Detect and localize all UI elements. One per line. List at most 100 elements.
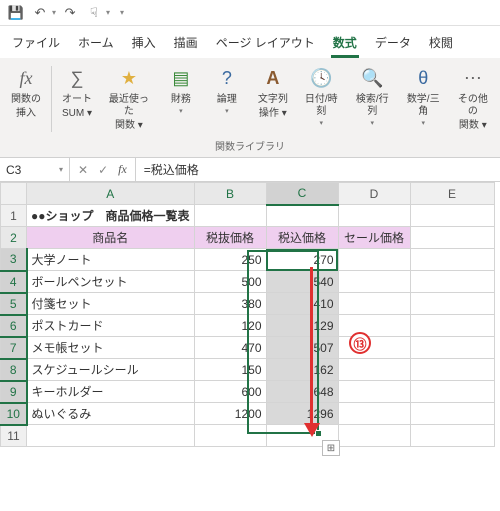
cell[interactable]: 162 <box>266 359 338 381</box>
row-header[interactable]: 9 <box>1 381 27 403</box>
tab-draw[interactable]: 描画 <box>172 30 200 58</box>
save-button[interactable]: 💾 <box>6 3 26 23</box>
cell[interactable]: 1200 <box>194 403 266 425</box>
fx-button[interactable]: fx <box>118 162 127 177</box>
cell[interactable] <box>338 293 410 315</box>
cell[interactable]: 税抜価格 <box>194 227 266 249</box>
cancel-formula-button[interactable]: ✕ <box>78 163 88 177</box>
cell[interactable]: 1296 <box>266 403 338 425</box>
row-header[interactable]: 5 <box>1 293 27 315</box>
col-header[interactable]: C <box>266 183 338 205</box>
cell[interactable]: 470 <box>194 337 266 359</box>
row-header[interactable]: 8 <box>1 359 27 381</box>
financial-button[interactable]: ▤ 財務 ▾ <box>159 64 203 118</box>
qat-customize[interactable]: ▾ <box>120 8 124 17</box>
cell[interactable]: 120 <box>194 315 266 337</box>
cell[interactable] <box>410 271 494 293</box>
more-functions-button[interactable]: ⋯ その他の 関数 ▾ <box>450 64 496 134</box>
cell[interactable]: スケジュールシール <box>27 359 195 381</box>
cell[interactable]: 410 <box>266 293 338 315</box>
row-header[interactable]: 7 <box>1 337 27 359</box>
tab-file[interactable]: ファイル <box>10 30 62 58</box>
cell[interactable] <box>266 205 338 227</box>
cell[interactable]: セール価格 <box>338 227 410 249</box>
col-header[interactable]: D <box>338 183 410 205</box>
touch-mode-button[interactable]: ☟ <box>84 3 104 23</box>
cell[interactable] <box>410 381 494 403</box>
cell[interactable] <box>410 249 494 271</box>
autosum-button[interactable]: ∑ オート SUM ▾ <box>55 64 99 122</box>
lookup-button[interactable]: 🔍 検索/行列 ▾ <box>348 64 397 130</box>
undo-button[interactable]: ↶ <box>30 3 50 23</box>
row-header[interactable]: 6 <box>1 315 27 337</box>
cell[interactable] <box>338 359 410 381</box>
cell[interactable]: ●●ショップ 商品価格一覧表 <box>27 205 195 227</box>
col-header[interactable]: E <box>410 183 494 205</box>
cell[interactable]: 648 <box>266 381 338 403</box>
cell[interactable]: 270 <box>266 249 338 271</box>
cell[interactable] <box>410 315 494 337</box>
cell[interactable]: キーホルダー <box>27 381 195 403</box>
cell[interactable]: 付箋セット <box>27 293 195 315</box>
col-header[interactable]: B <box>194 183 266 205</box>
cell[interactable]: 500 <box>194 271 266 293</box>
cell[interactable] <box>338 403 410 425</box>
cell[interactable] <box>410 425 494 447</box>
row-header[interactable]: 4 <box>1 271 27 293</box>
touch-dropdown[interactable]: ▾ <box>106 8 110 17</box>
cell[interactable] <box>194 205 266 227</box>
tab-formulas[interactable]: 数式 <box>331 30 359 58</box>
cell[interactable] <box>338 205 410 227</box>
cell[interactable] <box>338 425 410 447</box>
datetime-button[interactable]: 🕓 日付/時刻 ▾ <box>297 64 346 130</box>
col-header[interactable]: A <box>27 183 195 205</box>
formula-input[interactable]: =税込価格 <box>136 161 500 178</box>
cell[interactable] <box>194 425 266 447</box>
cell[interactable]: 380 <box>194 293 266 315</box>
name-box[interactable]: C3 ▾ <box>0 158 70 181</box>
cell[interactable]: 600 <box>194 381 266 403</box>
cell[interactable] <box>338 249 410 271</box>
undo-dropdown[interactable]: ▾ <box>52 8 56 17</box>
recent-functions-button[interactable]: ★ 最近使った 関数 ▾ <box>101 64 157 134</box>
cell[interactable] <box>338 315 410 337</box>
text-functions-button[interactable]: A 文字列 操作 ▾ <box>251 64 295 122</box>
math-trig-button[interactable]: θ 数学/三角 ▾ <box>399 64 448 130</box>
cell[interactable]: ポストカード <box>27 315 195 337</box>
cell[interactable] <box>410 403 494 425</box>
row-header[interactable]: 1 <box>1 205 27 227</box>
cell[interactable] <box>410 293 494 315</box>
worksheet-grid[interactable]: A B C D E 1 ●●ショップ 商品価格一覧表 2 商品名 税抜価格 税込… <box>0 182 500 447</box>
cell[interactable]: 540 <box>266 271 338 293</box>
cell[interactable]: ぬいぐるみ <box>27 403 195 425</box>
cell[interactable] <box>338 381 410 403</box>
tab-page-layout[interactable]: ページ レイアウト <box>214 30 317 58</box>
cell[interactable] <box>27 425 195 447</box>
row-header[interactable]: 10 <box>1 403 27 425</box>
cell[interactable] <box>410 359 494 381</box>
tab-insert[interactable]: 挿入 <box>130 30 158 58</box>
tab-home[interactable]: ホーム <box>76 30 116 58</box>
tab-review[interactable]: 校閲 <box>427 30 455 58</box>
cell[interactable]: 150 <box>194 359 266 381</box>
insert-function-button[interactable]: fx 関数の 挿入 <box>4 64 48 122</box>
cell[interactable]: 大学ノート <box>27 249 195 271</box>
cell[interactable] <box>410 227 494 249</box>
redo-button[interactable]: ↷ <box>60 3 80 23</box>
row-header[interactable]: 3 <box>1 249 27 271</box>
fill-handle[interactable] <box>315 430 322 437</box>
cell[interactable]: 税込価格 <box>266 227 338 249</box>
cell[interactable]: 507 <box>266 337 338 359</box>
cell[interactable]: ボールペンセット <box>27 271 195 293</box>
logical-button[interactable]: ? 論理 ▾ <box>205 64 249 118</box>
cell[interactable]: メモ帳セット <box>27 337 195 359</box>
select-all-corner[interactable] <box>1 183 27 205</box>
cell[interactable] <box>410 337 494 359</box>
row-header[interactable]: 11 <box>1 425 27 447</box>
autofill-options-button[interactable]: ⊞ <box>322 440 340 456</box>
cell[interactable] <box>338 271 410 293</box>
cell[interactable]: 129 <box>266 315 338 337</box>
tab-data[interactable]: データ <box>373 30 413 58</box>
cell[interactable]: 250 <box>194 249 266 271</box>
row-header[interactable]: 2 <box>1 227 27 249</box>
